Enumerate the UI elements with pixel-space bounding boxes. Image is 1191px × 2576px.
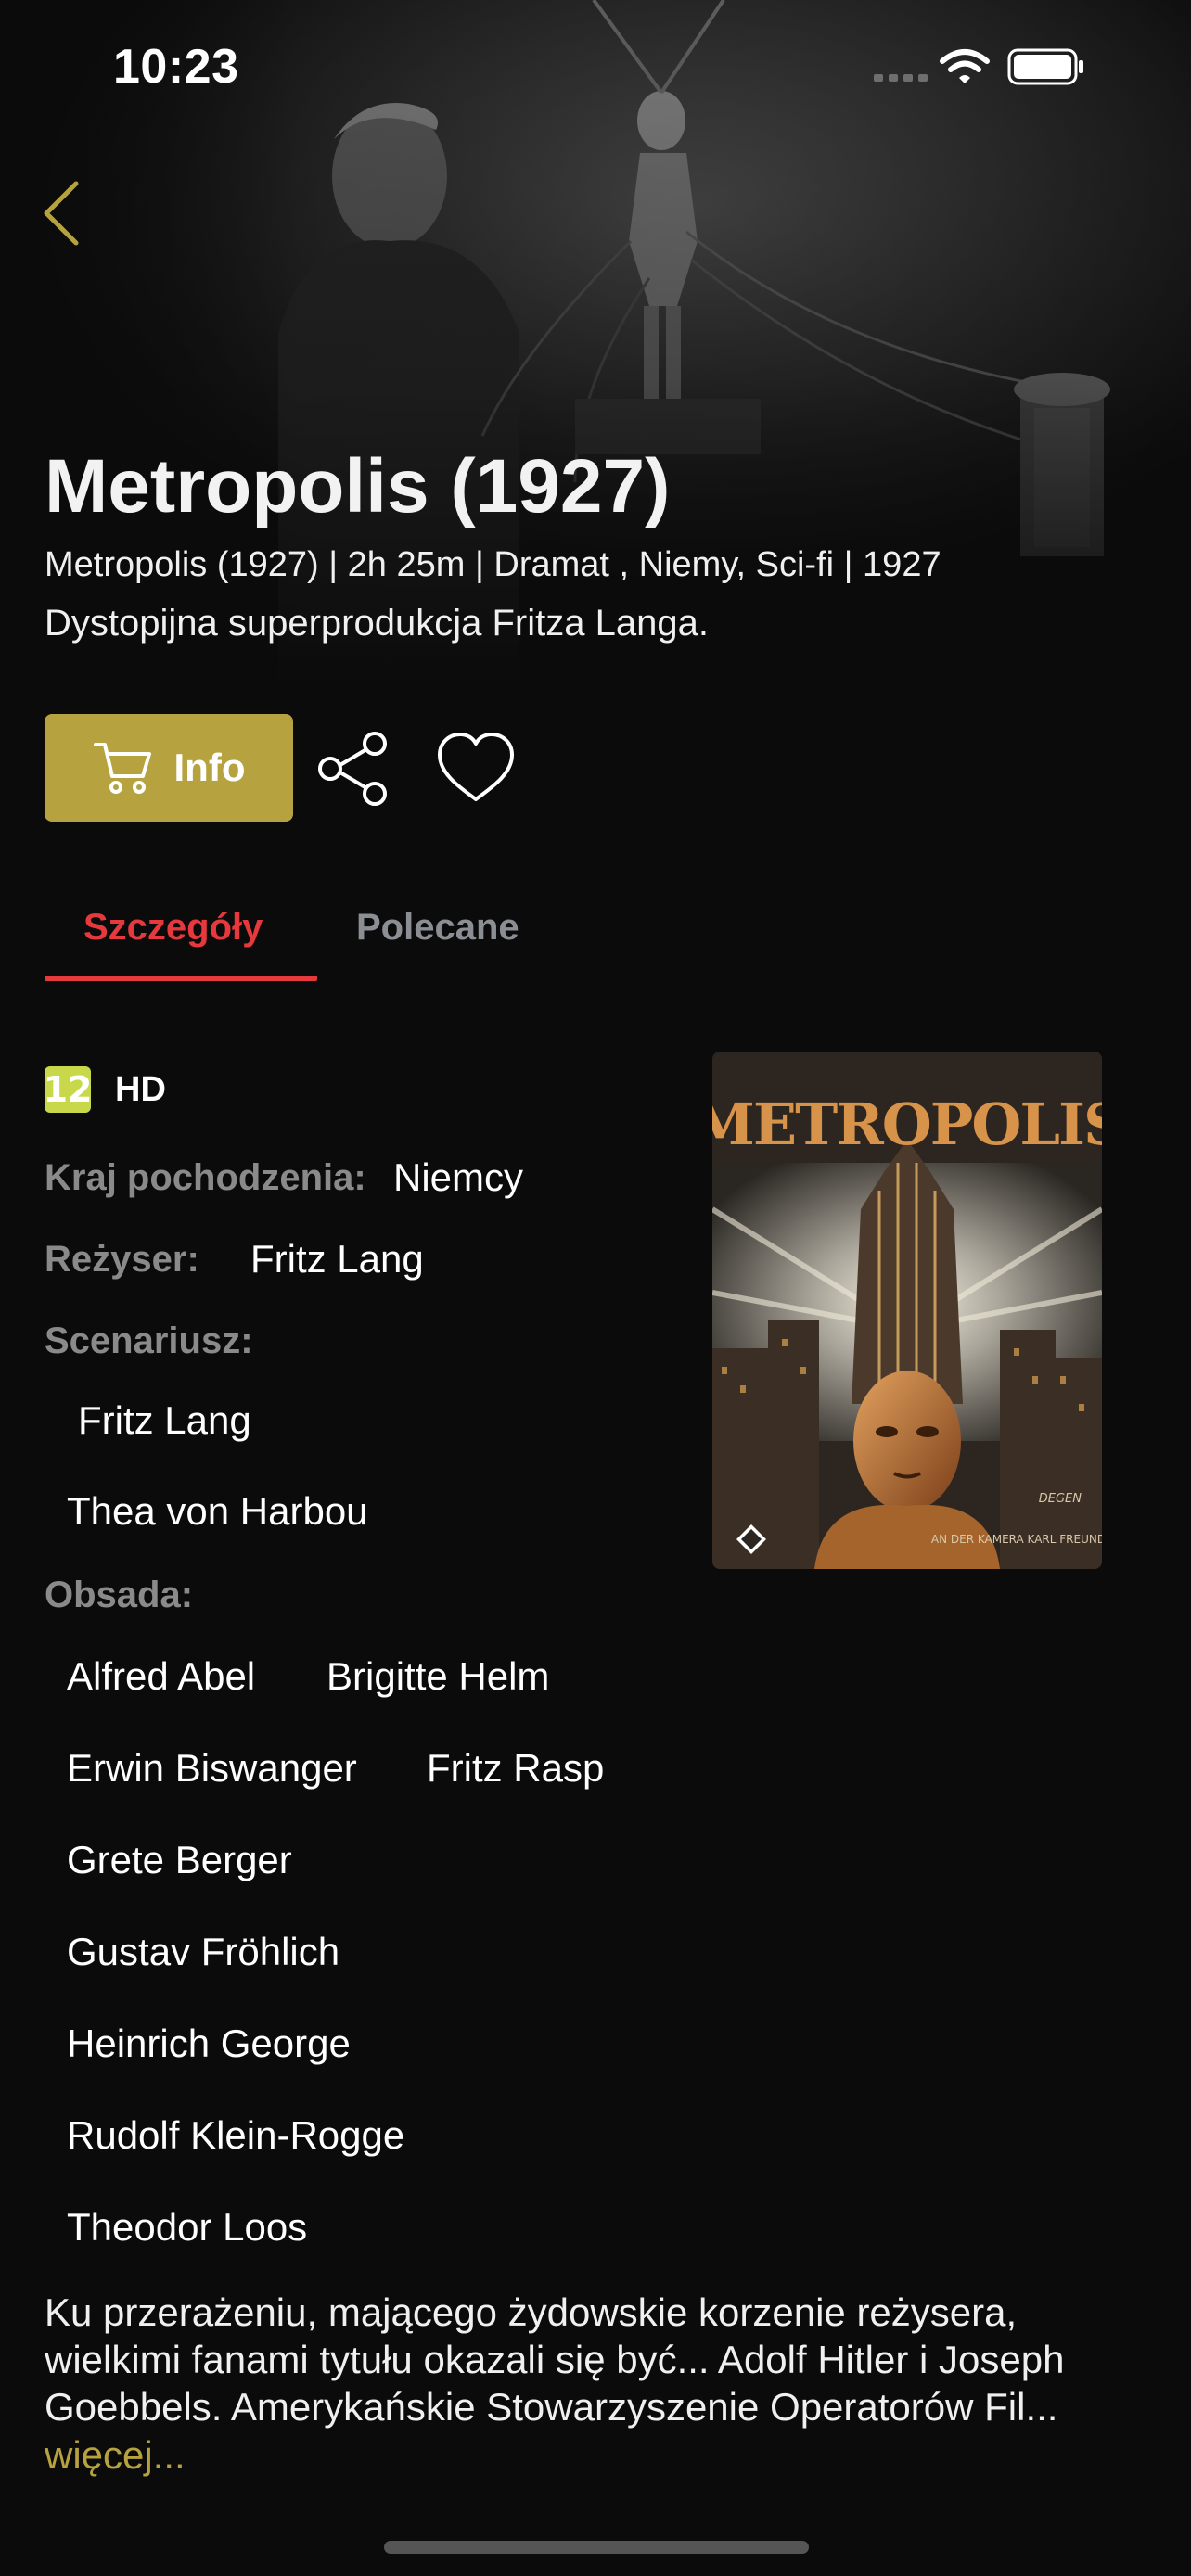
poster-title: METROPOLIS — [712, 1090, 1102, 1158]
writer-link[interactable]: Fritz Lang — [78, 1398, 251, 1443]
quality-badge: HD — [115, 1070, 166, 1109]
back-button[interactable] — [30, 167, 104, 260]
cast-member-link[interactable]: Gustav Fröhlich — [67, 1930, 339, 1974]
cast-label: Obsada: — [45, 1575, 194, 1615]
share-icon — [318, 732, 387, 806]
cast-member-link[interactable]: Alfred Abel — [67, 1654, 255, 1699]
movie-poster: METROPOLIS AN DER KAMERA KARL FREUND DEG… — [712, 1052, 1102, 1569]
svg-text:AN DER KAMERA KARL FREUND: AN DER KAMERA KARL FREUND — [931, 1533, 1102, 1546]
status-icons — [874, 48, 1083, 85]
tab-recommended[interactable]: Polecane — [356, 907, 519, 949]
battery-icon — [1007, 48, 1083, 85]
director-link[interactable]: Fritz Lang — [250, 1237, 424, 1282]
writer-link[interactable]: Thea von Harbou — [67, 1489, 368, 1534]
tab-details[interactable]: Szczegóły — [83, 907, 263, 949]
heart-icon — [438, 733, 514, 801]
status-bar: 10:23 — [0, 0, 1191, 130]
country-label: Kraj pochodzenia: — [45, 1157, 366, 1198]
movie-meta: Metropolis (1927) | 2h 25m | Dramat , Ni… — [45, 545, 941, 584]
more-link[interactable]: więcej... — [45, 2433, 186, 2478]
svg-text:DEGEN: DEGEN — [1039, 1492, 1082, 1506]
cast-member-link[interactable]: Grete Berger — [67, 1838, 292, 1882]
director-label: Reżyser: — [45, 1239, 199, 1280]
back-chevron-icon — [44, 181, 79, 246]
age-rating-badge: 12 — [44, 1066, 92, 1113]
movie-description: Dystopijna superprodukcja Fritza Langa. — [45, 603, 709, 644]
favorite-button[interactable] — [436, 731, 516, 807]
hero-backdrop: 10:23 Metropolis (1927) Metropolis (1927… — [0, 0, 1191, 686]
cart-icon — [93, 743, 151, 794]
cast-member-link[interactable]: Rudolf Klein-Rogge — [67, 2113, 404, 2158]
info-button-label: Info — [173, 746, 246, 789]
cast-member-link[interactable]: Brigitte Helm — [327, 1654, 549, 1699]
cast-member-link[interactable]: Heinrich George — [67, 2021, 351, 2066]
share-button[interactable] — [315, 731, 391, 807]
country-value: Niemcy — [393, 1155, 524, 1199]
wifi-icon — [940, 49, 990, 83]
cast-member-link[interactable]: Erwin Biswanger — [67, 1746, 357, 1791]
synopsis-text: Ku przerażeniu, mającego żydowskie korze… — [45, 2290, 1065, 2429]
movie-title: Metropolis (1927) — [45, 444, 671, 529]
home-indicator — [384, 2541, 809, 2554]
signal-icon — [874, 74, 928, 82]
active-tab-indicator — [45, 976, 317, 981]
cast-member-link[interactable]: Theodor Loos — [67, 2205, 307, 2250]
info-button[interactable]: Info — [45, 714, 293, 822]
status-time: 10:23 — [113, 40, 239, 94]
writers-label: Scenariusz: — [45, 1320, 253, 1361]
cast-member-link[interactable]: Fritz Rasp — [427, 1746, 604, 1791]
